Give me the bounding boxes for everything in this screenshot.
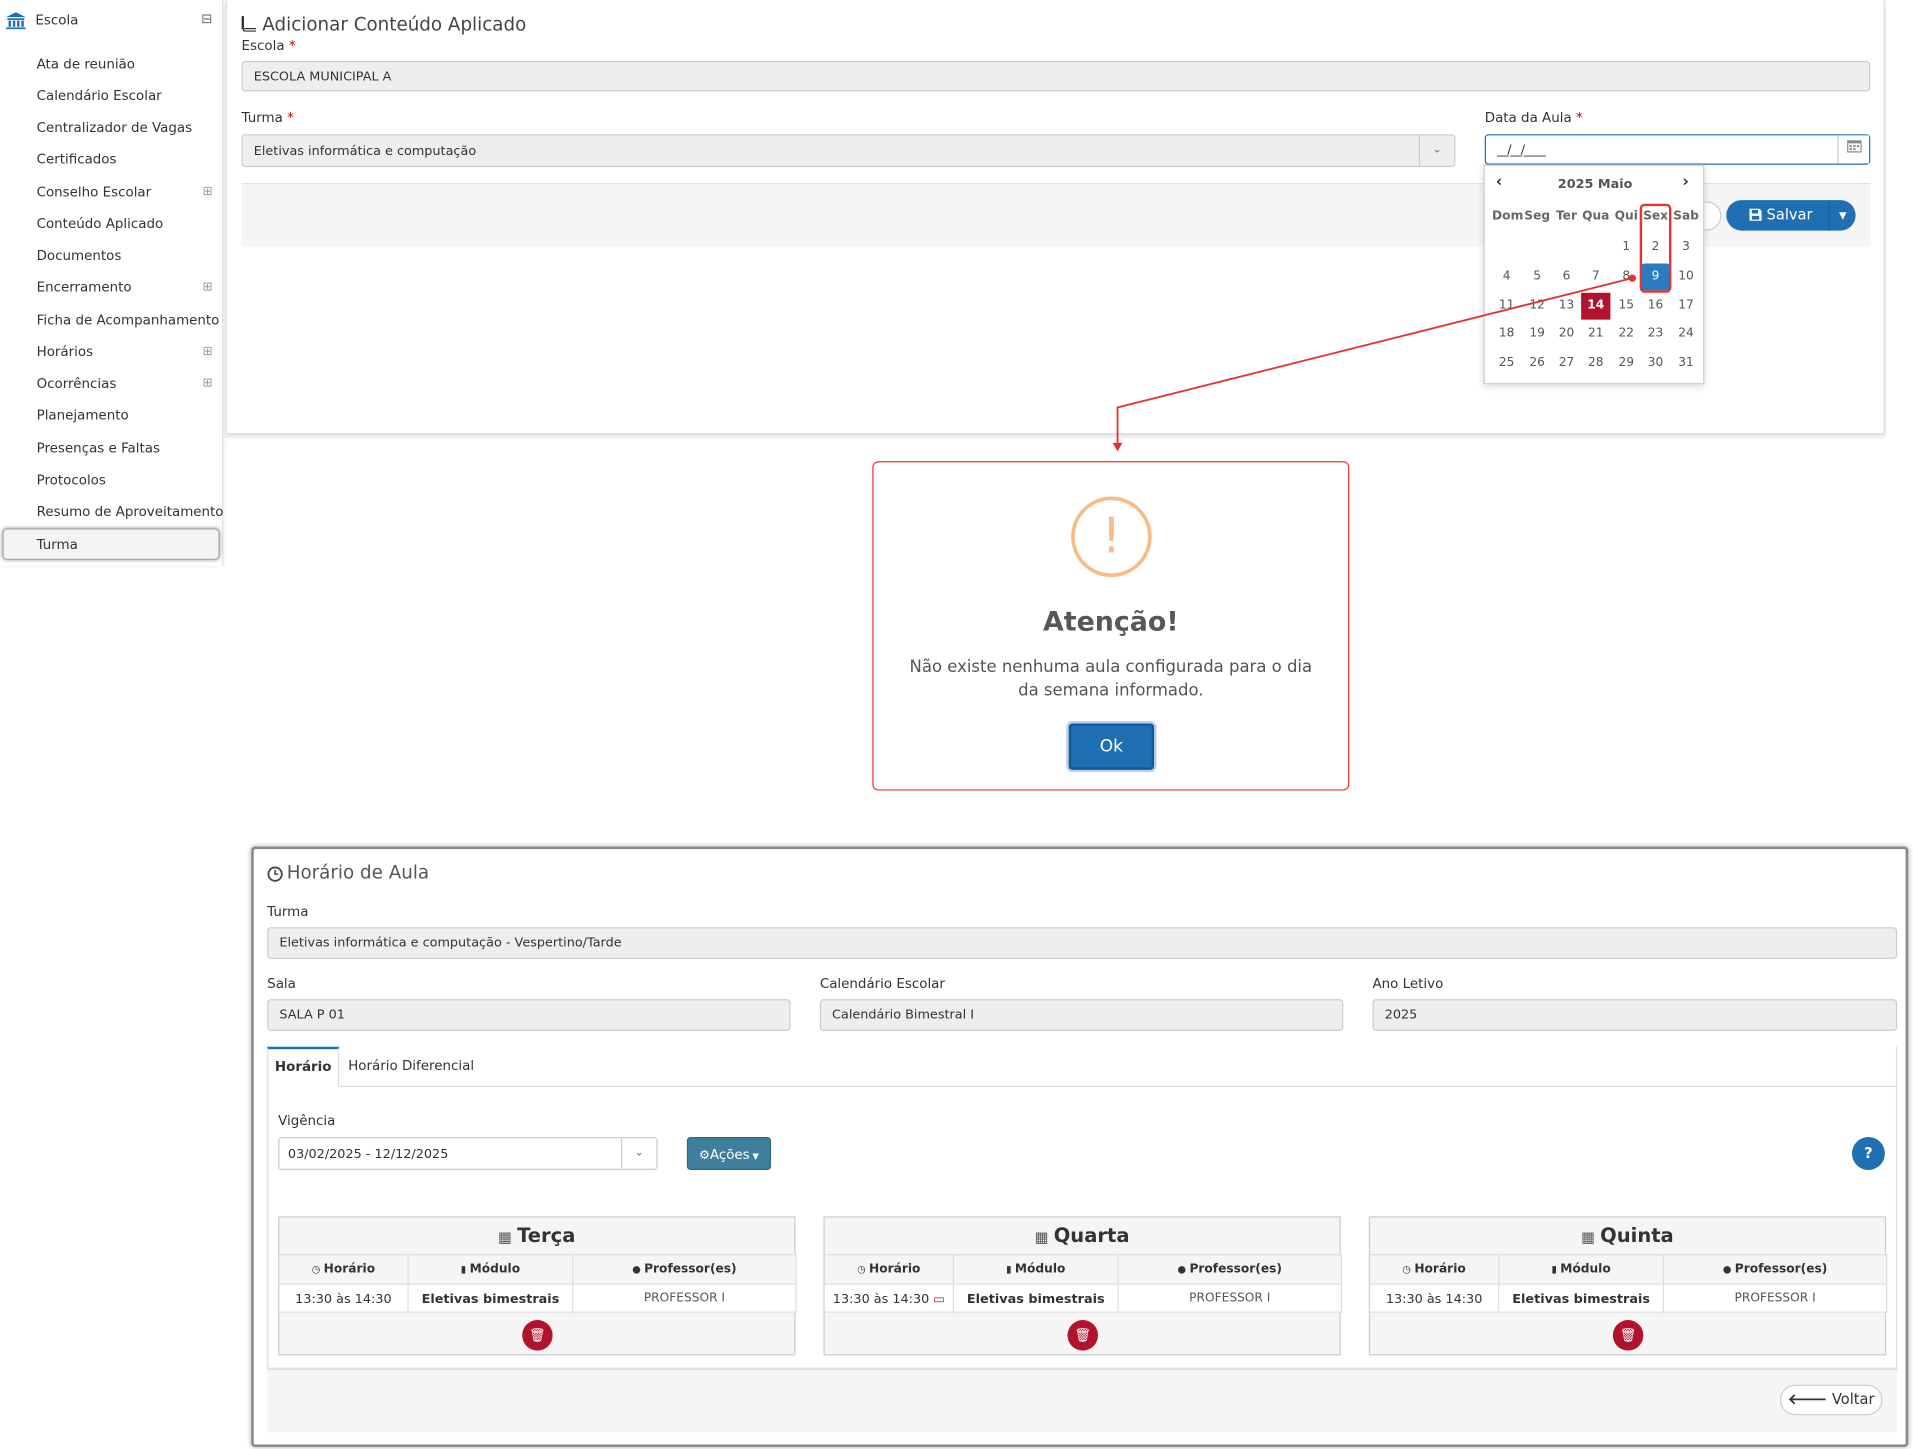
day-title: ▦ Terça bbox=[498, 1223, 576, 1247]
arrow-left-icon: 🡐 bbox=[1787, 1390, 1828, 1408]
column-header: ● Professor(es) bbox=[1118, 1254, 1342, 1284]
column-icon: ● bbox=[632, 1263, 645, 1275]
gears-icon: ⚙ bbox=[698, 1149, 710, 1163]
sala-field[interactable]: SALA P 01 bbox=[267, 999, 791, 1031]
column-icon: ◷ bbox=[1402, 1263, 1415, 1275]
professor-cell: PROFESSOR I bbox=[573, 1283, 797, 1313]
professor-cell: PROFESSOR I bbox=[1664, 1283, 1888, 1313]
question-icon: ? bbox=[1864, 1144, 1873, 1162]
schedule-turma-label: Turma bbox=[267, 904, 309, 920]
vigencia-chevron-down-icon[interactable]: ⌄ bbox=[620, 1138, 656, 1169]
warning-modal: ! Atenção! Não existe nenhuma aula confi… bbox=[872, 461, 1350, 791]
modulo-cell: Eletivas bimestrais bbox=[408, 1283, 574, 1313]
day-card-terca: ▦ Terça ◷ Horário ▮ Módulo ● Professor(es) 1… bbox=[278, 1216, 797, 1356]
column-icon: ▮ bbox=[460, 1263, 470, 1275]
horario-cell: 13:30 às 14:30 bbox=[1370, 1283, 1500, 1313]
ano-letivo-label: Ano Letivo bbox=[1372, 976, 1444, 992]
modal-message-line2: da semana informado. bbox=[1018, 680, 1204, 701]
column-icon: ● bbox=[1177, 1263, 1190, 1275]
column-icon: ◷ bbox=[311, 1263, 324, 1275]
column-icon: ● bbox=[1722, 1263, 1735, 1275]
column-icon: ▮ bbox=[1551, 1263, 1561, 1275]
tab-horario-diferencial-label: Horário Diferencial bbox=[348, 1057, 475, 1074]
monitor-icon: ▭ bbox=[929, 1293, 945, 1307]
acoes-caret-icon: ▼ bbox=[749, 1151, 759, 1162]
modulo-cell: Eletivas bimestrais bbox=[1499, 1283, 1665, 1313]
modulo-cell: Eletivas bimestrais bbox=[954, 1283, 1119, 1313]
horario-cell: 13:30 às 14:30 ▭ bbox=[824, 1283, 955, 1313]
horario-cell: 13:30 às 14:30 bbox=[279, 1283, 409, 1313]
column-header: ▮ Módulo bbox=[1499, 1254, 1665, 1284]
footer-bar bbox=[267, 1368, 1898, 1433]
modal-title: Atenção! bbox=[1042, 607, 1179, 639]
day-card-quarta: ▦ Quarta ◷ Horário ▮ Módulo ● Professor(es)… bbox=[823, 1216, 1342, 1356]
ok-button[interactable]: Ok bbox=[1068, 723, 1155, 770]
vigencia-label: Vigência bbox=[278, 1112, 336, 1129]
column-icon: ◷ bbox=[857, 1263, 870, 1275]
tab-horario-label: Horário bbox=[274, 1058, 332, 1075]
clock-icon bbox=[267, 866, 283, 882]
vigencia-select[interactable]: 03/02/2025 - 12/12/2025 ⌄ bbox=[278, 1137, 658, 1170]
tabs-bar-line bbox=[267, 1085, 1898, 1088]
acoes-button-label: Ações bbox=[709, 1146, 750, 1163]
column-header: ◷ Horário bbox=[824, 1254, 955, 1284]
trash-icon: 🗑 bbox=[528, 1327, 546, 1344]
calendar-icon: ▦ bbox=[1034, 1228, 1054, 1246]
schedule-panel: Horário de Aula Turma Eletivas informáti… bbox=[251, 846, 1909, 1447]
vigencia-value: 03/02/2025 - 12/12/2025 bbox=[287, 1146, 449, 1161]
day-title: ▦ Quinta bbox=[1581, 1223, 1674, 1247]
column-icon: ▮ bbox=[1006, 1263, 1015, 1275]
professor-cell: PROFESSOR I bbox=[1118, 1283, 1342, 1313]
trash-icon: 🗑 bbox=[1619, 1327, 1637, 1344]
column-header: ◷ Horário bbox=[1370, 1254, 1500, 1284]
column-header: ◷ Horário bbox=[279, 1254, 409, 1284]
help-button[interactable]: ? bbox=[1851, 1137, 1885, 1170]
calendario-field[interactable]: Calendário Bimestral I bbox=[819, 999, 1344, 1031]
tab-horario-diferencial[interactable]: Horário Diferencial bbox=[339, 1047, 483, 1086]
modal-message-line1: Não existe nenhuma aula configurada para… bbox=[909, 657, 1313, 678]
calendar-icon: ▦ bbox=[498, 1228, 518, 1246]
trash-icon: 🗑 bbox=[1074, 1327, 1092, 1344]
delete-button[interactable]: 🗑 bbox=[1612, 1320, 1644, 1351]
tab-horario[interactable]: Horário bbox=[267, 1046, 340, 1088]
delete-button[interactable]: 🗑 bbox=[1067, 1320, 1098, 1351]
column-header: ▮ Módulo bbox=[408, 1254, 574, 1284]
calendario-label: Calendário Escolar bbox=[819, 976, 945, 992]
calendar-icon: ▦ bbox=[1581, 1228, 1601, 1246]
column-header: ● Professor(es) bbox=[573, 1254, 797, 1284]
column-header: ▮ Módulo bbox=[954, 1254, 1119, 1284]
voltar-button[interactable]: 🡐 Voltar bbox=[1779, 1384, 1883, 1416]
schedule-turma-field[interactable]: Eletivas informática e computação - Vesp… bbox=[267, 927, 1898, 959]
day-title: ▦ Quarta bbox=[1034, 1223, 1130, 1247]
ano-letivo-field[interactable]: 2025 bbox=[1372, 999, 1898, 1031]
column-header: ● Professor(es) bbox=[1664, 1254, 1888, 1284]
voltar-label: Voltar bbox=[1831, 1390, 1875, 1408]
delete-button[interactable]: 🗑 bbox=[522, 1320, 553, 1351]
sala-label: Sala bbox=[267, 976, 296, 992]
warning-icon: ! bbox=[1071, 496, 1152, 578]
schedule-title: Horário de Aula bbox=[286, 861, 430, 884]
day-card-quinta: ▦ Quinta ◷ Horário ▮ Módulo ● Professor(es)… bbox=[1368, 1216, 1888, 1356]
acoes-button[interactable]: ⚙Ações ▼ bbox=[686, 1137, 772, 1170]
